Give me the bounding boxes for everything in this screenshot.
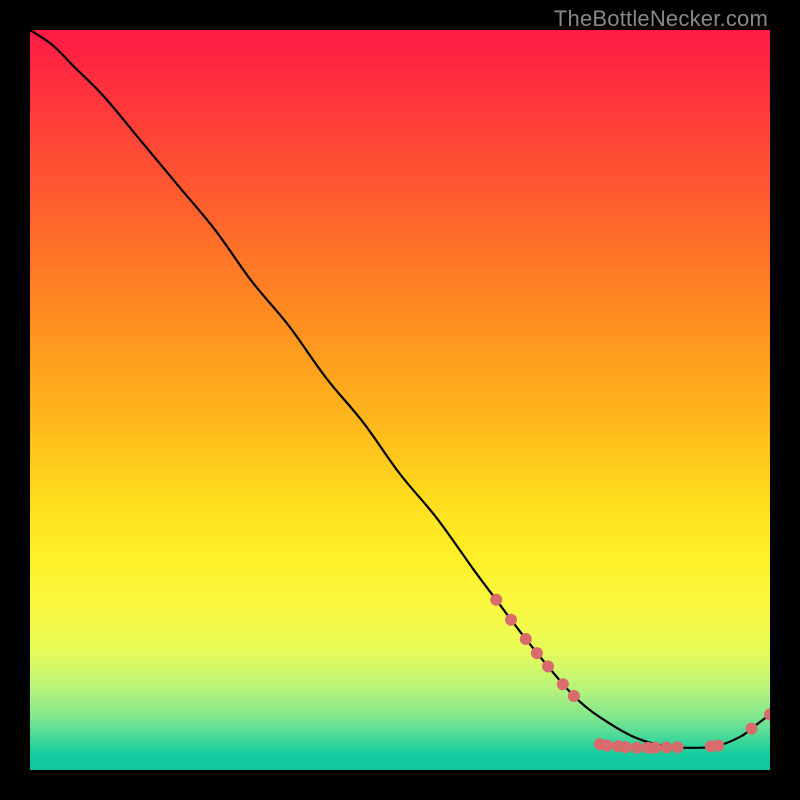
curve-marker xyxy=(557,678,569,690)
curve-marker xyxy=(505,614,517,626)
curve-marker xyxy=(660,741,672,753)
chart-svg-overlay xyxy=(30,30,770,770)
watermark-text: TheBottleNecker.com xyxy=(554,6,768,32)
curve-marker xyxy=(542,660,554,672)
curve-marker xyxy=(601,740,613,752)
chart-stage: TheBottleNecker.com xyxy=(0,0,800,800)
curve-marker xyxy=(490,594,502,606)
curve-markers xyxy=(490,594,770,754)
curve-marker xyxy=(520,633,532,645)
curve-marker xyxy=(631,742,643,754)
curve-marker xyxy=(672,741,684,753)
curve-marker xyxy=(746,723,758,735)
curve-marker xyxy=(712,740,724,752)
curve-marker xyxy=(531,647,543,659)
chart-plot-area xyxy=(30,30,770,770)
curve-marker xyxy=(620,741,632,753)
curve-marker xyxy=(568,690,580,702)
curve-marker xyxy=(649,742,661,754)
bottleneck-curve xyxy=(30,30,770,748)
